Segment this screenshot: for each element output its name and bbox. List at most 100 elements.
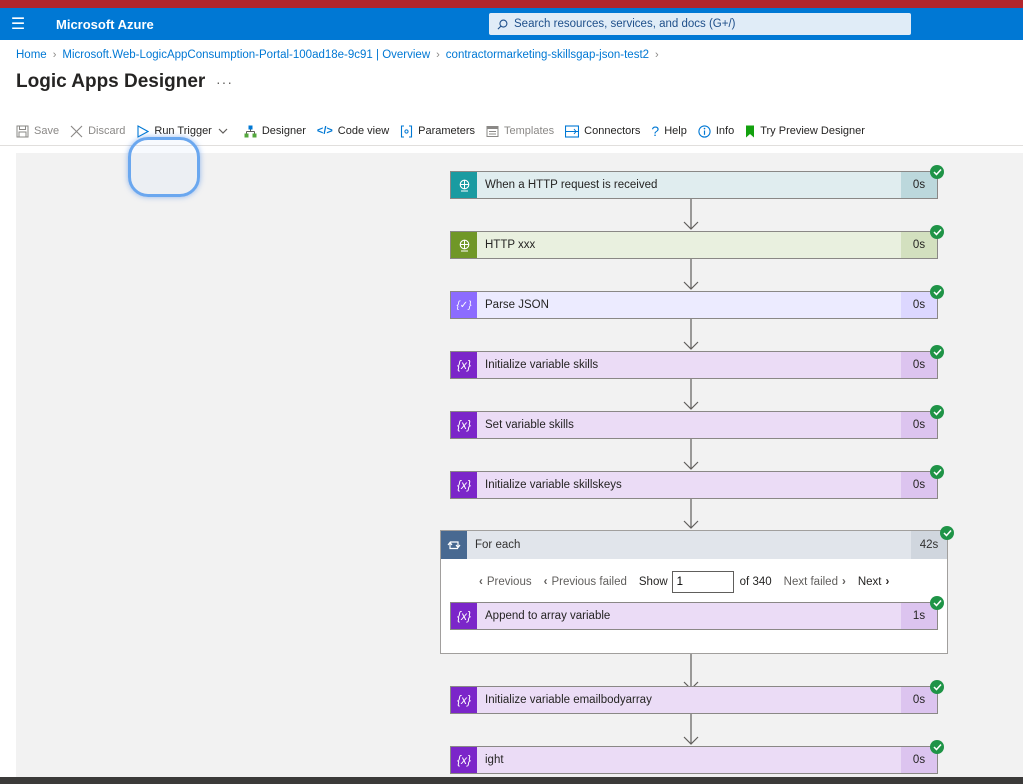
flow-arrow-icon [683, 439, 699, 470]
http-request-icon [451, 172, 477, 198]
search-placeholder: Search resources, services, and docs (G+… [514, 18, 736, 30]
success-check-icon [930, 405, 944, 419]
step-label: Set variable skills [485, 419, 574, 431]
iteration-pager: ‹Previous ‹Previous failed Show of 340 N… [479, 571, 901, 593]
try-preview-designer-button[interactable]: Try Preview Designer [745, 125, 865, 138]
templates-icon [486, 125, 499, 138]
step-label: When a HTTP request is received [485, 179, 658, 191]
more-icon[interactable]: ··· [216, 74, 233, 90]
connectors-button[interactable]: Connectors [565, 124, 640, 138]
iteration-input[interactable] [671, 571, 734, 593]
top-accent-bar [0, 0, 1023, 8]
previous-button[interactable]: ‹ Previous [479, 576, 532, 588]
info-icon [698, 124, 711, 138]
connectors-icon [565, 124, 580, 138]
help-button[interactable]: ? Help [651, 123, 686, 139]
loop-icon [441, 531, 467, 559]
step-label: HTTP xxx [485, 239, 536, 251]
menu-icon[interactable]: ☰ [0, 14, 36, 34]
flow-arrow-icon [683, 259, 699, 290]
variable-icon: {x} [451, 352, 477, 378]
next-button[interactable]: Next › [858, 576, 890, 588]
designer-button[interactable]: Designer [244, 125, 306, 138]
chevron-left-icon: ‹ [479, 576, 483, 588]
step-card-initialize-variable-skillskeys[interactable]: {x} Initialize variable skillskeys 0s [450, 471, 938, 499]
flow-arrow-icon [683, 714, 699, 745]
show-label: Show [638, 576, 668, 588]
step-card-append-to-array-variable[interactable]: {x} Append to array variable 1s [450, 602, 938, 630]
designer-canvas[interactable]: When a HTTP request is received 0s HTTP … [16, 153, 1023, 777]
success-check-icon [940, 526, 954, 540]
code-icon: </> [316, 125, 333, 137]
flow-arrow-icon [683, 379, 699, 410]
success-check-icon [930, 165, 944, 179]
variable-icon: {x} [451, 747, 477, 773]
foreach-header[interactable]: For each 42s [441, 531, 947, 559]
step-label: Initialize variable skillskeys [485, 479, 622, 491]
step-card-parse-json[interactable]: {✓} Parse JSON 0s [450, 291, 938, 319]
step-card-partial[interactable]: {x} ight 0s [450, 746, 938, 774]
run-trigger-button[interactable]: Run Trigger [136, 124, 232, 138]
brand-title[interactable]: Microsoft Azure [56, 17, 154, 32]
step-label: Initialize variable emailbodyarray [485, 694, 652, 706]
success-check-icon [930, 285, 944, 299]
variable-icon: {x} [451, 603, 477, 629]
designer-icon [244, 125, 257, 138]
azure-header: ☰ Microsoft Azure Search resources, serv… [0, 8, 1023, 40]
parameters-button[interactable]: Parameters [400, 124, 475, 138]
save-icon [16, 125, 29, 138]
next-failed-button[interactable]: Next failed › [784, 576, 846, 588]
variable-icon: {x} [451, 687, 477, 713]
breadcrumb: Home › Microsoft.Web-LogicAppConsumption… [16, 49, 665, 61]
bookmark-icon [745, 125, 755, 138]
step-card-http[interactable]: HTTP xxx 0s [450, 231, 938, 259]
info-button[interactable]: Info [698, 124, 734, 138]
flow-arrow-icon [683, 499, 699, 529]
step-label: Parse JSON [485, 299, 549, 311]
bottom-edge [0, 777, 1023, 784]
play-icon [136, 124, 150, 138]
success-check-icon [930, 465, 944, 479]
templates-button[interactable]: Templates [486, 125, 554, 138]
success-check-icon [930, 680, 944, 694]
step-label: Append to array variable [485, 610, 611, 622]
foreach-scope[interactable]: For each 42s ‹ Previous ‹ Previous failed … [440, 530, 948, 654]
previous-failed-button[interactable]: ‹ Previous failed [544, 576, 627, 588]
step-card-set-variable-skills[interactable]: {x} Set variable skills 0s [450, 411, 938, 439]
discard-button[interactable]: Discard [70, 125, 125, 138]
flow-arrow-icon [683, 319, 699, 350]
breadcrumb-home[interactable]: Home [16, 49, 47, 61]
step-label: ight [485, 754, 504, 766]
success-check-icon [930, 740, 944, 754]
search-box[interactable]: Search resources, services, and docs (G+… [489, 13, 911, 35]
breadcrumb-logic-app[interactable]: contractormarketing-skillsgap-json-test2 [446, 49, 649, 61]
step-label: Initialize variable skills [485, 359, 599, 371]
step-card-http-request[interactable]: When a HTTP request is received 0s [450, 171, 938, 199]
success-check-icon [930, 596, 944, 610]
foreach-label: For each [475, 539, 521, 551]
success-check-icon [930, 225, 944, 239]
parse-json-icon: {✓} [451, 292, 477, 318]
code-view-button[interactable]: </> Code view [317, 125, 389, 137]
search-icon [497, 19, 508, 29]
iteration-total: of 340 [739, 576, 772, 588]
success-check-icon [930, 345, 944, 359]
step-card-initialize-variable-emailbodyarray[interactable]: {x} Initialize variable emailbodyarray 0… [450, 686, 938, 714]
close-icon [70, 125, 83, 138]
chevron-right-icon: › [436, 49, 440, 61]
variable-icon: {x} [451, 412, 477, 438]
chevron-left-icon: ‹ [543, 576, 548, 588]
chevron-down-icon [218, 128, 228, 135]
save-button[interactable]: Save [16, 125, 59, 138]
breadcrumb-resource-group[interactable]: Microsoft.Web-LogicAppConsumption-Portal… [62, 49, 430, 61]
parameters-icon [400, 124, 413, 138]
step-card-initialize-variable-skills[interactable]: {x} Initialize variable skills 0s [450, 351, 938, 379]
chevron-right-icon: › [885, 576, 890, 588]
flow-arrow-icon [683, 199, 699, 230]
click-highlight [128, 137, 200, 197]
variable-icon: {x} [451, 472, 477, 498]
chevron-right-icon: › [655, 49, 659, 61]
chevron-right-icon: › [841, 576, 846, 588]
http-icon [451, 232, 477, 258]
page-title: Logic Apps Designer [16, 71, 206, 92]
